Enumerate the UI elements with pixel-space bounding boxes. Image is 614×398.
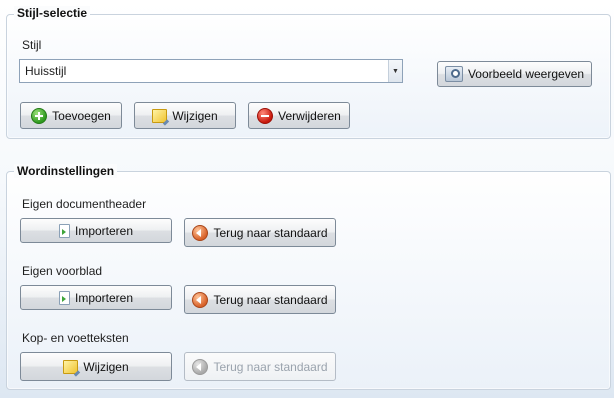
- preview-button-label: Voorbeeld weergeven: [467, 67, 585, 81]
- voorblad-reset-label: Terug naar standaard: [213, 292, 328, 307]
- kop-voet-reset-label: Terug naar standaard: [213, 359, 328, 374]
- kop-voet-label: Kop- en voetteksten: [22, 331, 129, 345]
- preview-button[interactable]: Voorbeeld weergeven: [437, 61, 592, 87]
- plus-icon: [31, 107, 48, 124]
- delete-icon: [257, 107, 274, 124]
- stijl-label: Stijl: [22, 38, 42, 52]
- chevron-down-icon[interactable]: ▼: [388, 60, 402, 82]
- kop-voet-edit-button[interactable]: Wijzigen: [20, 352, 172, 381]
- import-icon: [58, 223, 70, 238]
- documentheader-label: Eigen documentheader: [22, 197, 147, 211]
- add-style-button-label: Toevoegen: [52, 108, 111, 123]
- kop-voet-edit-label: Wijzigen: [83, 359, 129, 374]
- documentheader-reset-label: Terug naar standaard: [213, 225, 328, 240]
- edit-icon: [63, 359, 79, 374]
- edit-icon: [152, 108, 168, 123]
- back-arrow-icon: [192, 224, 209, 241]
- wordinstellingen-title: Wordinstellingen: [14, 164, 118, 178]
- back-arrow-icon: [192, 358, 209, 375]
- delete-style-button[interactable]: Verwijderen: [248, 102, 350, 129]
- voorblad-import-label: Importeren: [74, 290, 134, 305]
- voorblad-label: Eigen voorblad: [22, 264, 103, 278]
- preview-search-icon: [444, 66, 463, 82]
- documentheader-reset-button[interactable]: Terug naar standaard: [184, 218, 336, 247]
- documentheader-import-label: Importeren: [74, 223, 134, 238]
- delete-style-button-label: Verwijderen: [278, 108, 341, 123]
- import-icon: [58, 290, 70, 305]
- edit-style-button-label: Wijzigen: [172, 108, 218, 123]
- add-style-button[interactable]: Toevoegen: [20, 102, 122, 129]
- documentheader-import-button[interactable]: Importeren: [20, 218, 172, 243]
- stijl-combobox-value: Huisstijl: [25, 64, 67, 78]
- voorblad-import-button[interactable]: Importeren: [20, 285, 172, 310]
- voorblad-reset-button[interactable]: Terug naar standaard: [184, 285, 336, 314]
- kop-voet-reset-button[interactable]: Terug naar standaard: [184, 352, 336, 381]
- back-arrow-icon: [192, 291, 209, 308]
- edit-style-button[interactable]: Wijzigen: [134, 102, 236, 129]
- stijl-selectie-title: Stijl-selectie: [14, 6, 91, 20]
- stijl-combobox[interactable]: Huisstijl ▼: [19, 59, 403, 83]
